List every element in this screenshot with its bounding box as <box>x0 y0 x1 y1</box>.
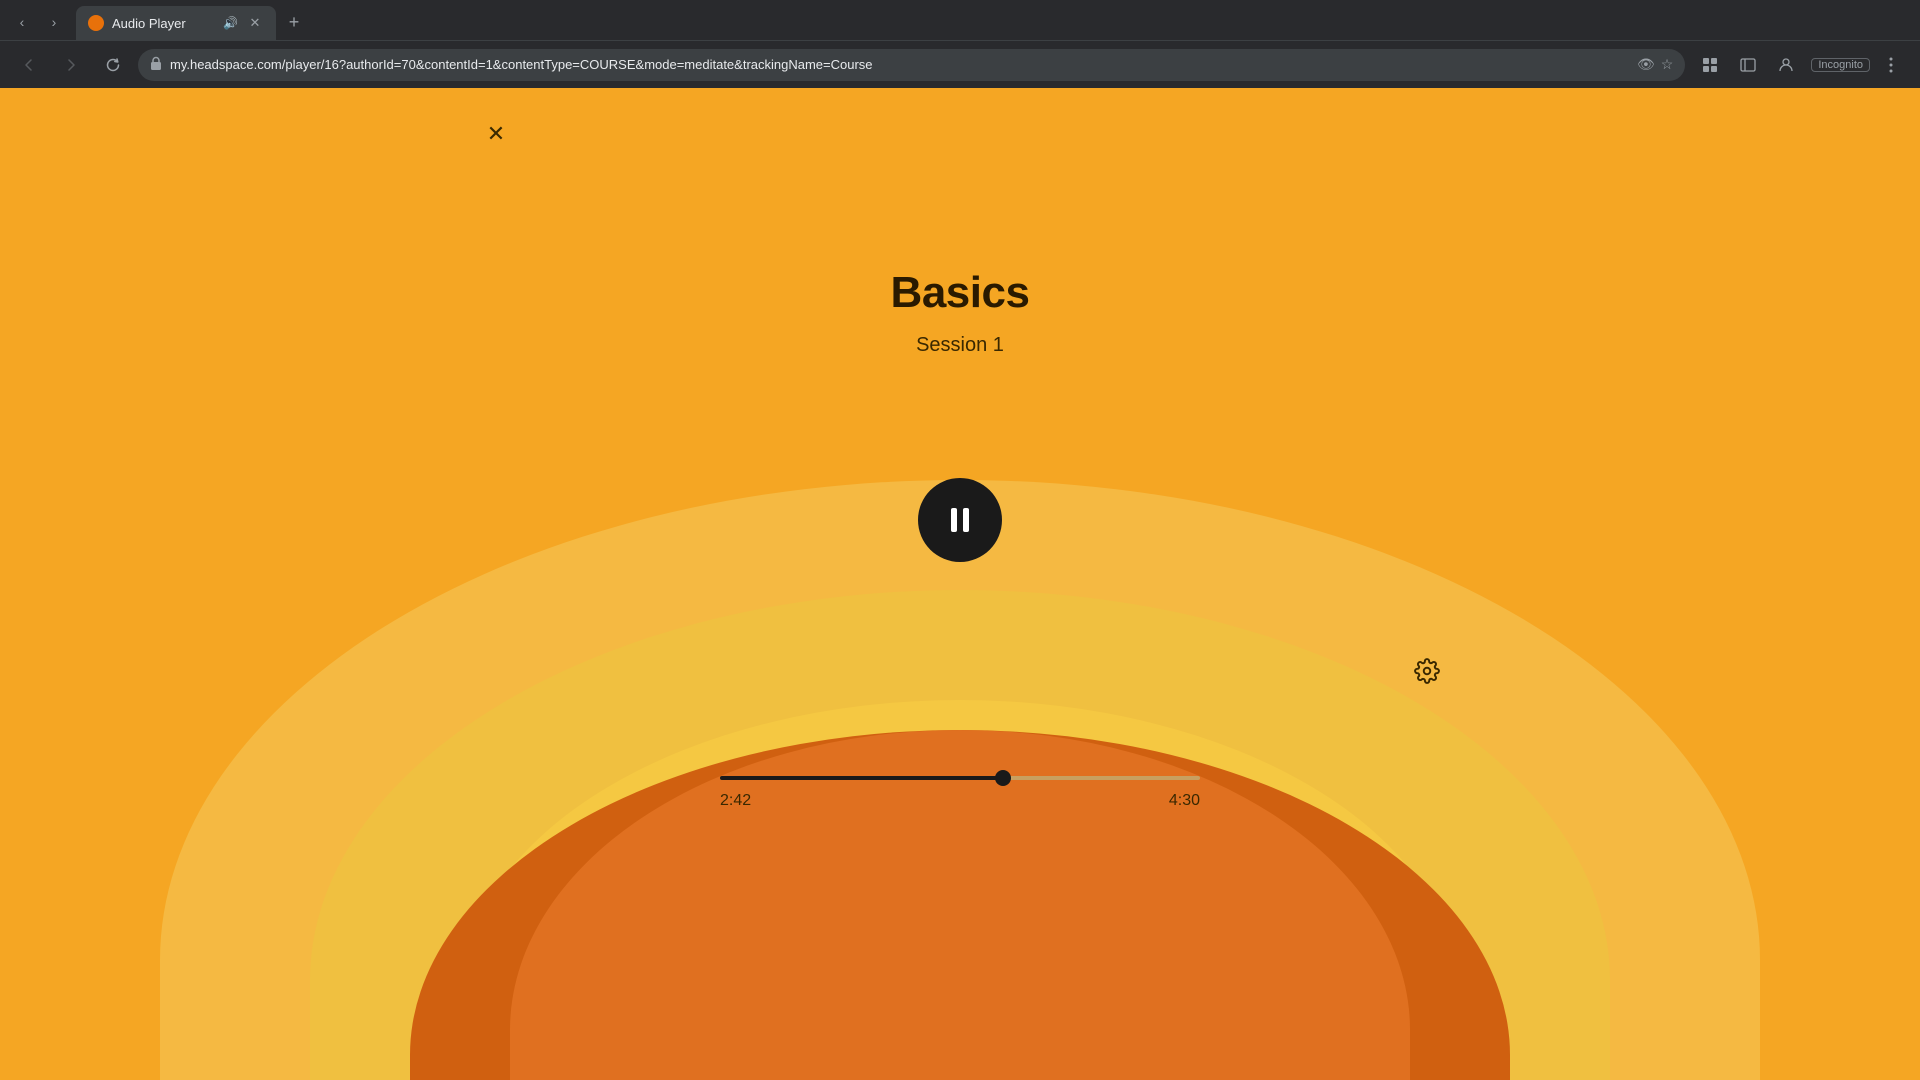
browser-toolbar: my.headspace.com/player/16?authorId=70&c… <box>0 40 1920 88</box>
progress-fill <box>720 776 1003 780</box>
incognito-label: Incognito <box>1811 58 1870 72</box>
tab-nav-forward[interactable]: › <box>40 8 68 36</box>
star-icon: ☆ <box>1661 56 1674 73</box>
close-button[interactable]: ✕ <box>480 118 512 150</box>
profile-button[interactable] <box>1769 48 1803 82</box>
current-time: 2:42 <box>720 792 751 810</box>
toolbar-right-buttons: Incognito <box>1693 48 1908 82</box>
tab-bar: ‹ › Audio Player 🔊 ✕ + <box>0 0 1920 40</box>
progress-thumb[interactable] <box>995 770 1011 786</box>
sidebar-button[interactable] <box>1731 48 1765 82</box>
extensions-button[interactable] <box>1693 48 1727 82</box>
player-title-area: Basics Session 1 <box>891 268 1030 357</box>
new-tab-button[interactable]: + <box>280 8 308 36</box>
menu-button[interactable] <box>1874 48 1908 82</box>
progress-track[interactable] <box>720 776 1200 780</box>
tab-nav-back[interactable]: ‹ <box>8 8 36 36</box>
tab-favicon <box>88 15 104 31</box>
address-bar[interactable]: my.headspace.com/player/16?authorId=70&c… <box>138 49 1685 81</box>
progress-area: 2:42 4:30 <box>720 776 1200 810</box>
browser-chrome: ‹ › Audio Player 🔊 ✕ + my.headspace.com/… <box>0 0 1920 88</box>
forward-button[interactable] <box>54 48 88 82</box>
tab-close-button[interactable]: ✕ <box>246 14 264 32</box>
total-time: 4:30 <box>1169 792 1200 810</box>
player-main-title: Basics <box>891 268 1030 318</box>
pause-icon <box>951 508 969 532</box>
reload-button[interactable] <box>96 48 130 82</box>
tab-audio-icon: 🔊 <box>223 16 238 30</box>
settings-button[interactable] <box>1414 658 1440 691</box>
eye-off-icon: 👁 <box>1637 56 1655 73</box>
lock-icon <box>150 56 162 73</box>
back-button[interactable] <box>12 48 46 82</box>
pause-bar-right <box>963 508 969 532</box>
pause-button[interactable] <box>918 478 1002 562</box>
active-tab[interactable]: Audio Player 🔊 ✕ <box>76 6 276 40</box>
pause-bar-left <box>951 508 957 532</box>
progress-times: 2:42 4:30 <box>720 792 1200 810</box>
url-text: my.headspace.com/player/16?authorId=70&c… <box>170 57 1629 72</box>
tab-controls: ‹ › <box>8 8 68 36</box>
tab-title: Audio Player <box>112 16 215 31</box>
player-content: ✕ Basics Session 1 2:42 4:30 <box>0 88 1920 1080</box>
address-bar-icons: 👁 ☆ <box>1637 56 1673 73</box>
player-subtitle: Session 1 <box>891 334 1030 357</box>
